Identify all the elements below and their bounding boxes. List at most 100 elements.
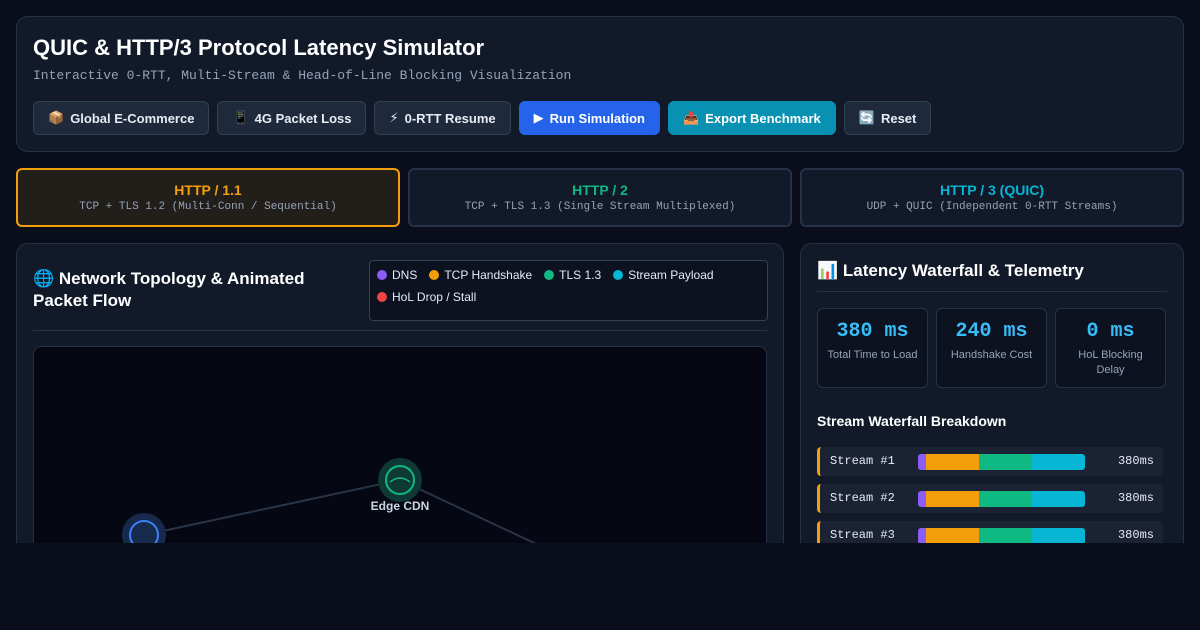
package-icon: 📦 <box>48 110 65 125</box>
segment-dns <box>918 454 926 470</box>
segment-tcp <box>926 454 979 470</box>
preset-global-ecommerce-button[interactable]: 📦 Global E-Commerce <box>33 101 210 135</box>
stream-label: Stream #3 <box>830 528 895 542</box>
segment-dns <box>918 528 926 543</box>
tab-http-2[interactable]: HTTP / 2 TCP + TLS 1.3 (Single Stream Mu… <box>408 168 792 227</box>
segment-payload <box>1032 491 1085 507</box>
tab-http-3-quic[interactable]: HTTP / 3 (QUIC) UDP + QUIC (Independent … <box>800 168 1184 227</box>
edge-cdn-node[interactable]: Edge CDN <box>371 458 430 513</box>
segment-tcp <box>926 491 979 507</box>
topology-legend: DNS TCP Handshake TLS 1.3 Stream Payload… <box>369 260 768 321</box>
segment-tls <box>979 491 1032 507</box>
run-simulation-button[interactable]: ▶ Run Simulation <box>518 101 660 135</box>
lightning-icon: ⚡ <box>389 110 399 125</box>
stream-total: 380ms <box>1117 528 1154 542</box>
preset-0rtt-resume-button[interactable]: ⚡ 0-RTT Resume <box>374 101 511 135</box>
protocol-description: TCP + TLS 1.2 (Multi-Conn / Sequential) <box>79 201 337 213</box>
stream-total: 380ms <box>1117 491 1154 505</box>
stream-label: Stream #1 <box>830 454 895 468</box>
legend-label: TLS 1.3 <box>559 268 602 282</box>
protocol-tabs: HTTP / 1.1 TCP + TLS 1.2 (Multi-Conn / S… <box>16 168 1184 227</box>
mobile-phone-icon: 📱 <box>232 110 249 125</box>
stream-total: 380ms <box>1117 454 1154 468</box>
button-label: Export Benchmark <box>705 110 821 126</box>
protocol-name: HTTP / 2 <box>572 182 628 198</box>
app-title: QUIC & HTTP/3 Protocol Latency Simulator <box>33 35 485 60</box>
legend-item-stream-payload: Stream Payload <box>613 267 714 283</box>
stream-waterfall: Stream #1 380ms Stream #2 380ms Stream #3 380… <box>817 447 1163 543</box>
stream-row[interactable]: Stream #1 380ms <box>817 447 1163 476</box>
button-label: 4G Packet Loss <box>254 110 352 126</box>
refresh-icon: 🔄 <box>858 110 875 125</box>
link-client-edge <box>143 479 401 536</box>
legend-item-dns: DNS <box>377 267 417 283</box>
toolbar: 📦 Global E-Commerce 📱 4G Packet Loss ⚡ 0… <box>33 101 932 135</box>
play-icon: ▶ <box>533 110 544 125</box>
segment-tls <box>979 454 1032 470</box>
telemetry-title: 📊 Latency Waterfall & Telemetry <box>817 261 1084 281</box>
stream-bar <box>918 528 1085 543</box>
segment-tls <box>979 528 1032 543</box>
button-label: Global E-Commerce <box>70 110 195 126</box>
metrics-row: 380 ms Total Time to Load 240 ms Handsha… <box>817 308 1166 388</box>
reset-button[interactable]: 🔄 Reset <box>843 101 932 135</box>
bar-chart-icon: 📊 <box>817 261 839 280</box>
metric-label: HoL Blocking Delay <box>1078 349 1143 376</box>
segment-dns <box>918 491 926 507</box>
export-tray-icon: 📤 <box>682 110 700 125</box>
legend-label: HoL Drop / Stall <box>392 290 477 304</box>
segment-payload <box>1032 454 1085 470</box>
stream-bar <box>918 454 1085 470</box>
protocol-description: UDP + QUIC (Independent 0-RTT Streams) <box>866 201 1118 213</box>
metric-value: 380 ms <box>836 320 909 343</box>
metric-handshake-cost: 240 ms Handshake Cost <box>936 308 1047 388</box>
globe-icon: 🌐 <box>33 269 55 288</box>
segment-tcp <box>926 528 979 543</box>
legend-label: TCP Handshake <box>444 268 533 282</box>
client-node[interactable] <box>122 513 166 543</box>
edge-cdn-label: Edge CDN <box>371 499 430 513</box>
segment-payload <box>1032 528 1085 543</box>
telemetry-panel: 📊 Latency Waterfall & Telemetry 380 ms T… <box>800 243 1184 543</box>
waterfall-title: Stream Waterfall Breakdown <box>817 413 1007 429</box>
stream-row[interactable]: Stream #2 380ms <box>817 484 1163 513</box>
legend-item-hol-drop: HoL Drop / Stall <box>377 289 476 305</box>
stream-bar <box>918 491 1085 507</box>
legend-swatch <box>377 270 387 280</box>
preset-4g-packet-loss-button[interactable]: 📱 4G Packet Loss <box>217 101 367 135</box>
protocol-name: HTTP / 1.1 <box>174 182 242 198</box>
metric-total-time: 380 ms Total Time to Load <box>817 308 928 388</box>
topology-canvas[interactable]: Edge CDN <box>33 346 767 543</box>
button-label: 0-RTT Resume <box>404 110 496 126</box>
metric-label: Handshake Cost <box>950 349 1033 361</box>
legend-swatch <box>429 270 440 280</box>
metric-hol-delay: 0 ms HoL Blocking Delay <box>1055 308 1166 388</box>
button-label: Reset <box>880 110 917 126</box>
topology-graph: Edge CDN <box>122 458 537 543</box>
topology-title: 🌐 Network Topology & Animated Packet Flo… <box>33 268 353 312</box>
metric-value: 0 ms <box>1086 320 1135 343</box>
legend-item-tcp-handshake: TCP Handshake <box>429 267 532 283</box>
telemetry-title-text: Latency Waterfall & Telemetry <box>842 261 1084 280</box>
legend-label: Stream Payload <box>628 268 714 282</box>
protocol-name: HTTP / 3 (QUIC) <box>940 182 1044 198</box>
legend-swatch <box>377 292 387 302</box>
export-benchmark-button[interactable]: 📤 Export Benchmark <box>667 101 836 135</box>
stream-label: Stream #2 <box>830 491 895 505</box>
legend-swatch <box>544 270 555 280</box>
button-label: Run Simulation <box>549 110 645 126</box>
protocol-description: TCP + TLS 1.3 (Single Stream Multiplexed… <box>464 201 736 213</box>
metric-value: 240 ms <box>955 320 1028 343</box>
legend-swatch <box>613 270 624 280</box>
app-subtitle: Interactive 0-RTT, Multi-Stream & Head-o… <box>33 68 572 83</box>
metric-label: Total Time to Load <box>827 349 918 361</box>
legend-item-tls: TLS 1.3 <box>544 267 601 283</box>
stream-row[interactable]: Stream #3 380ms <box>817 521 1163 543</box>
header-card: QUIC & HTTP/3 Protocol Latency Simulator… <box>16 16 1184 152</box>
legend-label: DNS <box>392 268 418 282</box>
topology-title-text: Network Topology & Animated Packet Flow <box>33 269 305 310</box>
topology-divider <box>33 330 767 331</box>
topology-panel: 🌐 Network Topology & Animated Packet Flo… <box>16 243 784 543</box>
tab-http-1-1[interactable]: HTTP / 1.1 TCP + TLS 1.2 (Multi-Conn / S… <box>16 168 400 227</box>
telemetry-divider <box>817 291 1167 292</box>
